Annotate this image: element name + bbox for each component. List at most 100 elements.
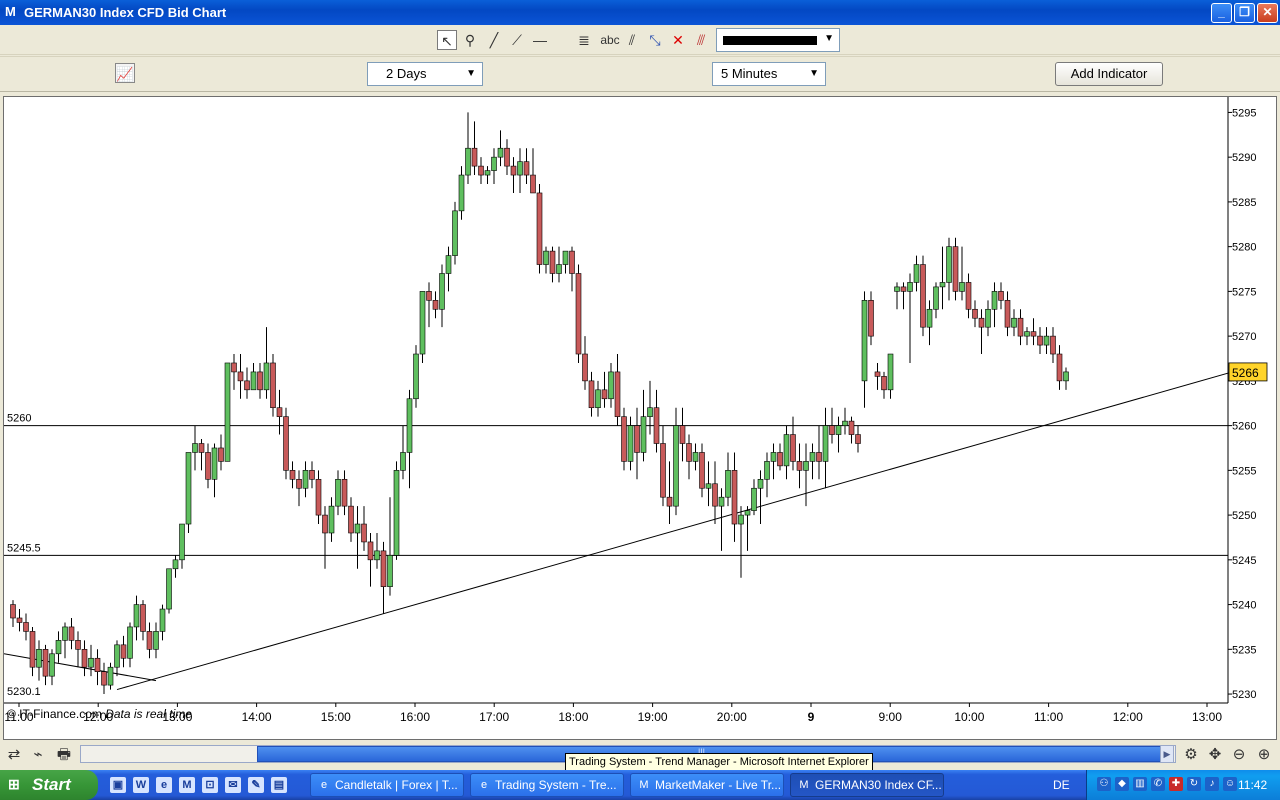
points-tool-icon[interactable]: ⤡ — [645, 30, 665, 50]
word-icon[interactable]: W — [133, 777, 149, 793]
price-tick-label: 5275 — [1232, 286, 1256, 298]
paint-icon[interactable]: ✎ — [248, 777, 264, 793]
candle-body — [562, 250, 569, 265]
text-tool[interactable]: abc — [597, 30, 623, 50]
candle-body — [777, 452, 783, 467]
antivirus-icon[interactable]: ✚ — [1169, 777, 1183, 791]
candle-body — [887, 353, 894, 391]
candle-body — [16, 617, 23, 623]
app-icon[interactable]: ⊡ — [202, 777, 218, 793]
candle-body — [640, 416, 647, 453]
candle-body — [491, 156, 497, 171]
taskbar-item-candletalk[interactable]: e Candletalk | Forex | T... — [310, 773, 464, 797]
candle-body — [991, 291, 998, 310]
candle-body — [29, 631, 36, 668]
marketmaker-icon[interactable]: M — [179, 777, 195, 793]
candle-body — [829, 425, 835, 435]
time-tick-label: 9:00 — [879, 710, 903, 724]
price-chart[interactable]: 5230 5235 5240 5245 5250 5255 5260 5265 5270 5275… — [3, 96, 1277, 740]
volume-icon[interactable]: ♪ — [1205, 777, 1219, 791]
horizontal-line-tool-icon[interactable]: — — [530, 30, 550, 50]
print-icon[interactable]: 🖶 — [54, 745, 74, 765]
minimize-button[interactable]: _ — [1211, 3, 1232, 23]
title-bar[interactable]: M GERMAN30 Index CFD Bid Chart _ ❐ ✕ — [0, 0, 1280, 25]
move-icon[interactable]: ✥ — [1205, 745, 1225, 765]
scroll-right-button[interactable]: ▶ — [1160, 745, 1174, 763]
delete-drawing-icon[interactable]: ✕ — [668, 30, 688, 50]
close-button[interactable]: ✕ — [1257, 3, 1278, 23]
security-icon[interactable]: ◆ — [1115, 777, 1129, 791]
candle-body — [94, 657, 101, 672]
interval-select[interactable]: 5 Minutes ▼ — [712, 62, 826, 86]
candle-body — [81, 649, 88, 668]
candle-body — [569, 250, 575, 274]
zoom-in-icon[interactable]: ⊕ — [1254, 745, 1274, 765]
candle-body — [1024, 331, 1030, 337]
zoom-out-icon[interactable]: ⊖ — [1229, 745, 1249, 765]
channel-tool-icon[interactable]: ⫽ — [622, 30, 642, 50]
zoom-tool-icon[interactable]: ⚲ — [460, 30, 480, 50]
crosshair-toggle-icon[interactable]: ⇄ — [4, 745, 24, 765]
candle-body — [198, 443, 205, 453]
candle-body — [946, 246, 952, 283]
candle-body — [465, 147, 471, 176]
language-indicator[interactable]: DE — [1053, 778, 1070, 792]
outlook-icon[interactable]: ✉ — [225, 777, 241, 793]
add-indicator-button[interactable]: Add Indicator — [1055, 62, 1163, 86]
pointer-tool-icon[interactable]: ↖ — [437, 30, 457, 50]
taskbar-item-german30-chart[interactable]: M GERMAN30 Index CF... — [790, 773, 944, 797]
candle-body — [985, 308, 991, 328]
line-color-select[interactable]: ▼ — [716, 28, 840, 52]
folder-icon[interactable]: ▤ — [271, 777, 287, 793]
candle-body — [725, 470, 731, 498]
candle-body — [497, 147, 504, 158]
candle-body — [536, 192, 543, 265]
trendline-tool-icon[interactable]: ⟋ — [507, 30, 527, 50]
candle-body — [556, 264, 562, 274]
candle-body — [257, 371, 263, 391]
messenger-icon[interactable]: ☺ — [1223, 777, 1237, 791]
time-tick-label: 9 — [808, 710, 815, 724]
candle-body — [913, 264, 920, 283]
price-tick-label: 5235 — [1232, 644, 1256, 656]
candle-body — [263, 362, 270, 391]
candle-body — [361, 523, 367, 543]
magnet-icon[interactable]: ⌁ — [28, 745, 48, 765]
maximize-button[interactable]: ❐ — [1234, 3, 1255, 23]
candlestick-chart[interactable]: 5230523552405245525052555260526552705275… — [4, 97, 1276, 739]
update-icon[interactable]: ↻ — [1187, 777, 1201, 791]
candle-body — [393, 470, 400, 556]
taskbar-item-marketmaker[interactable]: M MarketMaker - Live Tr... — [630, 773, 784, 797]
line-tool-icon[interactable]: ╱ — [484, 30, 504, 50]
candle-body — [101, 671, 107, 686]
candle-body — [855, 434, 861, 444]
delete-all-drawings-icon[interactable]: ⫻ — [691, 30, 711, 50]
taskbar: ⊞ Start ▣ W e M ⊡ ✉ ✎ ▤ e Candletalk | F… — [0, 770, 1280, 800]
candle-body — [1011, 317, 1017, 328]
period-select[interactable]: 2 Days ▼ — [367, 62, 483, 86]
chart-controls-bar: 📈 2 Days ▼ 5 Minutes ▼ Add Indicator — [0, 56, 1280, 92]
window-title: GERMAN30 Index CFD Bid Chart — [24, 5, 227, 20]
chart-settings-icon[interactable]: 📈 — [115, 63, 135, 83]
candle-body — [276, 407, 283, 417]
network-icon[interactable]: ⚇ — [1097, 777, 1111, 791]
ie-icon: e — [320, 779, 328, 791]
candle-body — [933, 286, 939, 310]
fibonacci-tool-icon[interactable]: ≣ — [574, 30, 594, 50]
chevron-down-icon: ▼ — [809, 68, 819, 79]
task-label: GERMAN30 Index CF... — [815, 778, 942, 792]
show-desktop-icon[interactable]: ▣ — [110, 777, 126, 793]
app-tray-icon[interactable]: ▥ — [1133, 777, 1147, 791]
candle-body — [595, 389, 601, 409]
interval-value: 5 Minutes — [721, 66, 778, 81]
taskbar-item-trading-system[interactable]: e Trading System - Tre... — [470, 773, 624, 797]
app-logo-icon: M — [5, 4, 16, 19]
settings-icon[interactable]: ⚙ — [1181, 745, 1201, 765]
candle-body — [699, 452, 705, 489]
candle-body — [926, 308, 933, 328]
internet-explorer-icon[interactable]: e — [156, 777, 172, 793]
start-button[interactable]: ⊞ Start — [0, 770, 98, 800]
candle-body — [861, 300, 868, 382]
chat-icon[interactable]: ✆ — [1151, 777, 1165, 791]
candle-body — [172, 559, 179, 570]
